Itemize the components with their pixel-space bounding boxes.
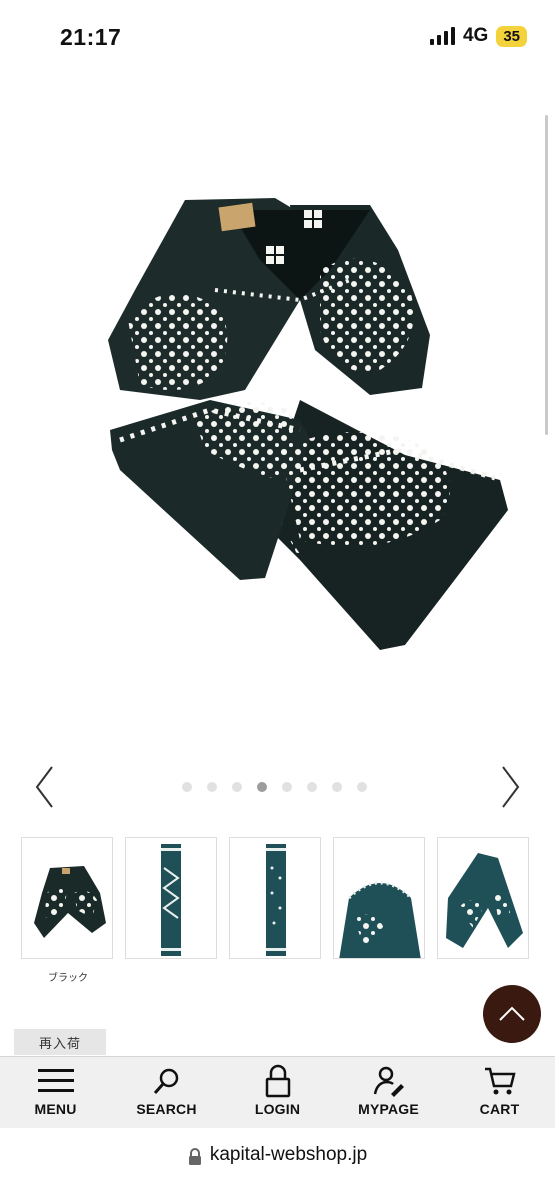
nav-cart-label: CART (479, 1101, 520, 1117)
thumbnail-black-scarf[interactable] (21, 837, 113, 959)
nav-login-label: LOGIN (254, 1101, 301, 1117)
carousel-dots (182, 782, 367, 792)
thumbnail-image (334, 838, 424, 958)
network-type: 4G (462, 25, 489, 46)
user-edit-icon (373, 1063, 405, 1099)
carousel-dot[interactable] (282, 782, 292, 792)
url-text: kapital-webshop.jp (209, 1144, 368, 1165)
bottom-navigation: MENU SEARCH LOGIN MYPAGE CART (0, 1056, 555, 1129)
status-time: 21:17 (60, 24, 122, 50)
scarf-image (108, 198, 508, 650)
thumbnail-image (34, 866, 106, 938)
nav-mypage-label: MYPAGE (358, 1101, 419, 1117)
thumbnail-strip (21, 837, 529, 959)
carousel-prev-button[interactable] (26, 762, 62, 812)
menu-icon (37, 1063, 74, 1099)
thumbnail-image (446, 853, 523, 948)
nav-login-button[interactable]: LOGIN (222, 1057, 333, 1129)
nav-search-button[interactable]: SEARCH (111, 1057, 222, 1129)
battery-indicator: 35 (496, 25, 527, 47)
chevron-right-icon (502, 766, 520, 808)
nav-cart-button[interactable]: CART (444, 1057, 555, 1129)
lock-icon (188, 1148, 201, 1165)
carousel-dot[interactable] (357, 782, 367, 792)
signal-icon (429, 27, 455, 45)
restock-badge: 再入荷 (14, 1029, 106, 1055)
thumbnail-image (266, 844, 286, 956)
cart-icon (484, 1063, 516, 1099)
thumbnail-teal-scarf-flat-1[interactable] (125, 837, 217, 959)
chevron-left-icon (35, 766, 53, 808)
thumbnail-teal-scarf-folded[interactable] (437, 837, 529, 959)
status-indicators: 4G 35 (429, 25, 527, 47)
nav-menu-button[interactable]: MENU (0, 1057, 111, 1129)
back-to-top-button[interactable] (483, 985, 541, 1043)
browser-url-bar[interactable]: kapital-webshop.jp (0, 1128, 555, 1200)
product-main-image[interactable] (0, 120, 555, 720)
carousel-next-button[interactable] (493, 762, 529, 812)
search-icon (152, 1063, 182, 1099)
nav-search-label: SEARCH (136, 1101, 197, 1117)
status-bar: 21:17 4G 35 (0, 0, 555, 72)
nav-mypage-button[interactable]: MYPAGE (333, 1057, 444, 1129)
thumbnail-teal-scarf-flat-2[interactable] (229, 837, 321, 959)
chevron-up-icon (499, 1006, 525, 1021)
carousel-dot-active[interactable] (257, 782, 267, 792)
carousel-dot[interactable] (207, 782, 217, 792)
thumbnail-image (161, 844, 181, 956)
thumbnail-label-black: ブラック (48, 973, 88, 984)
carousel-dot[interactable] (332, 782, 342, 792)
lock-icon (265, 1063, 291, 1099)
carousel-dot[interactable] (232, 782, 242, 792)
carousel-dot[interactable] (182, 782, 192, 792)
nav-menu-label: MENU (34, 1101, 77, 1117)
thumbnail-teal-scarf-worn[interactable] (333, 837, 425, 959)
carousel-dot[interactable] (307, 782, 317, 792)
